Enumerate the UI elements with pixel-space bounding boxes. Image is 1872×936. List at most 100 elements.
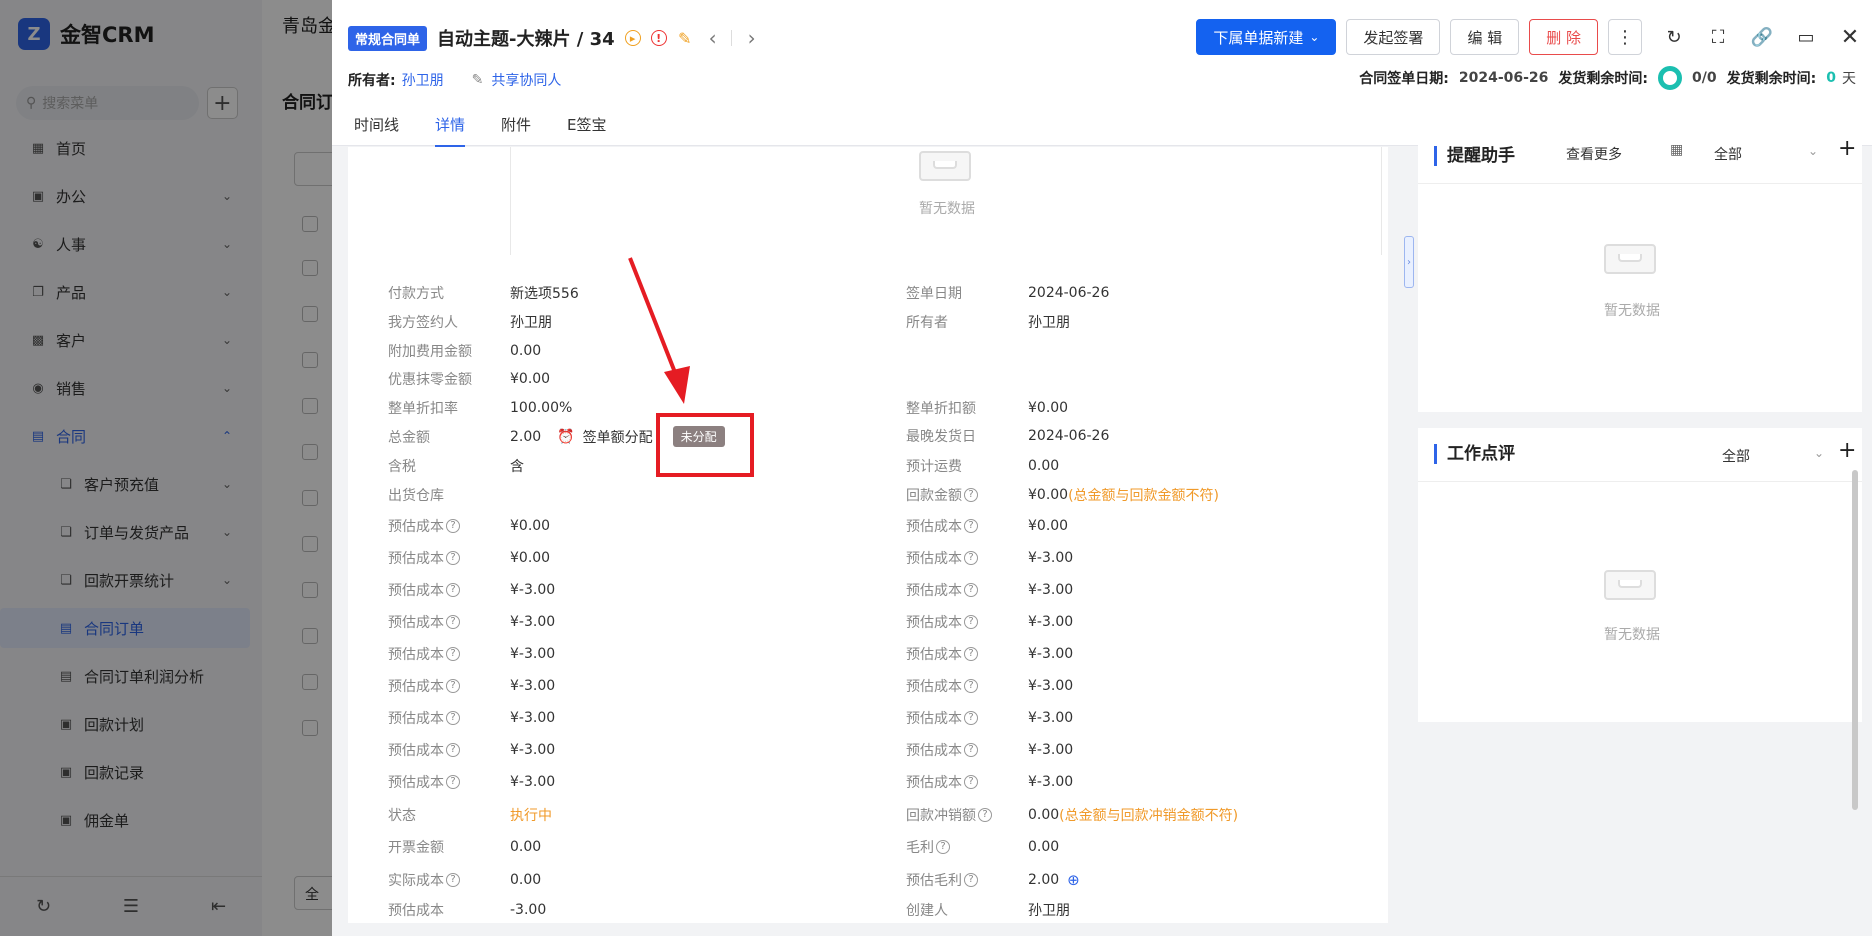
- field-value: 孙卫朋: [1028, 315, 1070, 331]
- mismatch-note: (总金额与回款金额不符): [1068, 488, 1220, 504]
- work-review-card-header: 工作点评 全部 ⌄ +: [1418, 428, 1862, 482]
- field-value: ¥-3.00: [1028, 550, 1074, 566]
- tab-attachments[interactable]: 附件: [501, 110, 531, 146]
- drawer-header: 常规合同单 自动主题-大辣片 / 34 ▸ ! ✎ ‹ › 下属单据新建 ⌄ 发…: [332, 0, 1872, 147]
- help-icon[interactable]: ?: [964, 647, 978, 661]
- alert-icon[interactable]: !: [650, 30, 667, 46]
- review-filter-select[interactable]: 全部: [1722, 446, 1750, 466]
- edit-button[interactable]: 编 辑: [1450, 19, 1520, 55]
- add-review-icon[interactable]: +: [1838, 438, 1856, 463]
- share-collaborators-link[interactable]: ✎ 共享协同人: [472, 70, 562, 90]
- zoom-in-icon[interactable]: ⊕: [1067, 871, 1080, 889]
- refresh-icon[interactable]: ↻: [1662, 25, 1686, 49]
- help-icon[interactable]: ?: [964, 775, 978, 789]
- field-row: 预估成本? ¥-3.00: [906, 580, 1073, 600]
- field-row: 实际成本? 0.00: [388, 870, 541, 890]
- field-label: 付款方式: [388, 286, 444, 302]
- help-icon[interactable]: ?: [964, 488, 978, 502]
- play-circle-icon[interactable]: ▸: [624, 30, 641, 46]
- help-icon[interactable]: ?: [964, 551, 978, 565]
- help-icon[interactable]: ?: [446, 873, 460, 887]
- reminder-filter-select[interactable]: 全部: [1714, 144, 1742, 164]
- field-row: 创建人 孙卫朋: [906, 900, 1070, 920]
- ship-remain-label-2: 发货剩余时间:: [1726, 71, 1817, 87]
- field-row: 整单折扣率 100.00%: [388, 398, 572, 418]
- field-row: 预估成本? ¥0.00: [906, 516, 1068, 536]
- field-row: 预估成本? ¥0.00: [388, 516, 550, 536]
- field-label: 预计运费: [906, 459, 962, 475]
- prev-record-icon[interactable]: ‹: [709, 26, 717, 50]
- help-icon[interactable]: ?: [964, 743, 978, 757]
- more-options-button[interactable]: ⋮: [1608, 19, 1642, 55]
- progress-ring-icon: [1658, 66, 1683, 90]
- help-icon[interactable]: ?: [446, 743, 460, 757]
- field-value: ¥0.00: [510, 371, 551, 387]
- reminder-title: 提醒助手: [1434, 146, 1515, 166]
- field-value: 执行中: [510, 808, 552, 824]
- field-value: ¥-3.00: [510, 614, 556, 630]
- help-icon[interactable]: ?: [964, 583, 978, 597]
- drawer-scrollbar[interactable]: [1852, 470, 1858, 810]
- help-icon[interactable]: ?: [446, 551, 460, 565]
- field-value: ¥-3.00: [1028, 614, 1074, 630]
- help-icon[interactable]: ?: [964, 615, 978, 629]
- field-label: 整单折扣率: [388, 401, 458, 417]
- help-icon[interactable]: ?: [446, 775, 460, 789]
- sign-date-value: 2024-06-26: [1458, 70, 1549, 86]
- nav-divider: [730, 30, 732, 46]
- field-label: 回款金额?: [906, 485, 1028, 505]
- help-icon[interactable]: ?: [978, 808, 992, 822]
- field-label: 创建人: [906, 903, 948, 919]
- field-value: ¥-3.00: [1028, 582, 1074, 598]
- calendar-icon[interactable]: ▦: [1670, 142, 1683, 158]
- tab-timeline[interactable]: 时间线: [354, 110, 399, 146]
- field-row: 预估成本? ¥-3.00: [906, 644, 1073, 664]
- field-label: 预估成本?: [906, 708, 1028, 728]
- tab-esign[interactable]: E签宝: [567, 110, 606, 146]
- collapse-panel-handle[interactable]: ›: [1404, 236, 1414, 288]
- field-label: 状态: [388, 808, 416, 824]
- field-row: 预估成本? ¥-3.00: [388, 772, 555, 792]
- detail-tabs: 时间线 详情 附件 E签宝: [354, 110, 643, 147]
- help-icon[interactable]: ?: [936, 840, 950, 854]
- field-row: 预估成本? ¥-3.00: [388, 612, 555, 632]
- empty-text: 暂无数据: [1604, 303, 1660, 319]
- help-icon[interactable]: ?: [446, 615, 460, 629]
- help-icon[interactable]: ?: [964, 519, 978, 533]
- clipboard-icon[interactable]: ✎: [677, 29, 693, 48]
- delete-button[interactable]: 删 除: [1529, 19, 1598, 55]
- close-icon[interactable]: ✕: [1838, 25, 1862, 50]
- field-value: ¥0.00: [510, 550, 551, 566]
- field-row: 最晚发货日 2024-06-26: [906, 426, 1109, 446]
- field-row: 预估成本? ¥-3.00: [388, 644, 555, 664]
- field-row: 付款方式 新选项556: [388, 283, 579, 303]
- help-icon[interactable]: ?: [446, 711, 460, 725]
- chevron-down-icon[interactable]: ⌄: [1808, 144, 1818, 158]
- chevron-down-icon[interactable]: ⌄: [1814, 446, 1824, 460]
- help-icon[interactable]: ?: [964, 873, 978, 887]
- help-icon[interactable]: ?: [446, 519, 460, 533]
- help-icon[interactable]: ?: [964, 679, 978, 693]
- field-row: 预估成本? ¥0.00: [388, 548, 550, 568]
- field-value: 新选项556: [510, 286, 579, 302]
- field-label: 预估毛利?: [906, 870, 1028, 890]
- laptop-icon[interactable]: ▭: [1794, 25, 1818, 49]
- add-reminder-icon[interactable]: +: [1838, 136, 1856, 161]
- field-value: 0.00: [510, 343, 542, 359]
- reminder-card-header: 提醒助手 查看更多 ▦ 全部 ⌄ +: [1418, 130, 1862, 184]
- help-icon[interactable]: ?: [446, 647, 460, 661]
- help-icon[interactable]: ?: [446, 583, 460, 597]
- link-icon[interactable]: 🔗: [1750, 25, 1774, 49]
- owner-name-link[interactable]: 孙卫朋: [402, 70, 444, 90]
- fullscreen-icon[interactable]: ⛶: [1706, 25, 1730, 49]
- view-more-link[interactable]: 查看更多: [1566, 144, 1622, 164]
- alarm-clock-icon[interactable]: ⏰: [557, 429, 574, 445]
- help-icon[interactable]: ?: [446, 679, 460, 693]
- field-label: 所有者: [906, 315, 948, 331]
- ship-days-value: 0: [1826, 70, 1836, 86]
- help-icon[interactable]: ?: [964, 711, 978, 725]
- next-record-icon[interactable]: ›: [748, 26, 756, 50]
- tab-details[interactable]: 详情: [435, 110, 466, 147]
- new-sub-document-button[interactable]: 下属单据新建 ⌄: [1196, 19, 1337, 55]
- start-signing-button[interactable]: 发起签署: [1346, 19, 1441, 55]
